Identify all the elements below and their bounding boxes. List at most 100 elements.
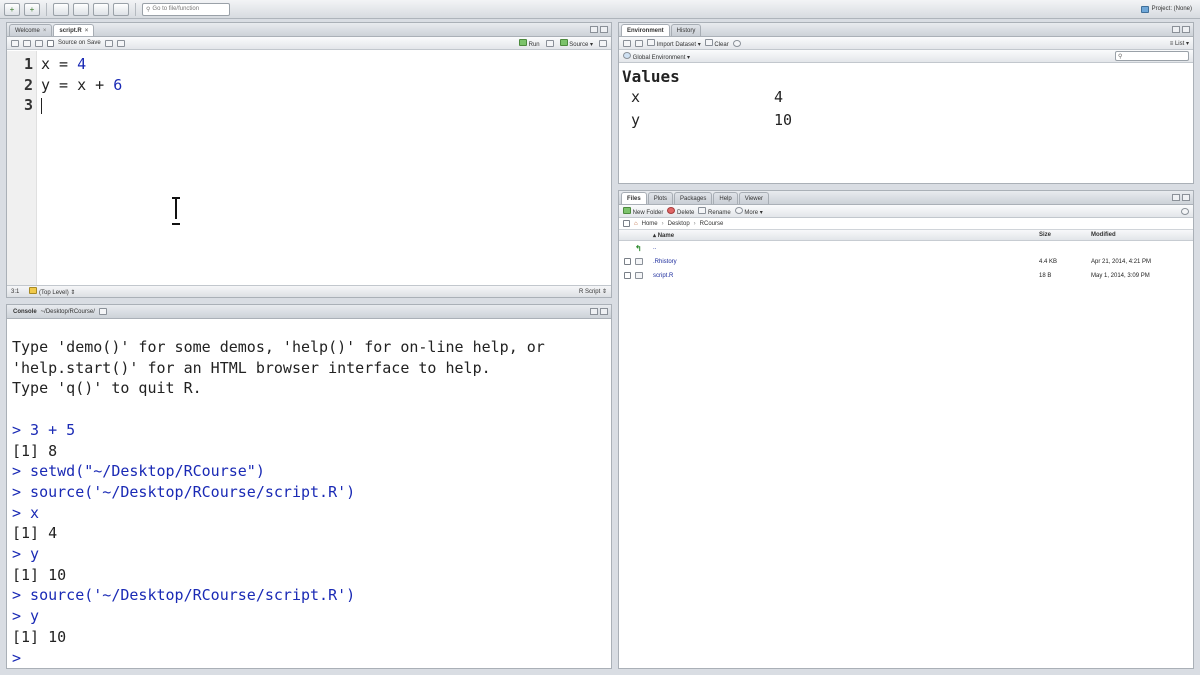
environment-search-input[interactable]: ⚲ <box>1115 51 1189 61</box>
scope-label: (Top Level) <box>39 290 69 296</box>
breadcrumb-desktop[interactable]: Desktop <box>668 221 690 227</box>
save-icon[interactable] <box>35 39 43 47</box>
tab-welcome[interactable]: Welcome × <box>9 24 53 36</box>
maximize-pane-icon[interactable] <box>600 308 608 315</box>
clear-button[interactable]: Clear <box>704 38 729 48</box>
delete-label: Delete <box>677 209 695 216</box>
variable-name: x <box>631 87 641 106</box>
open-file-icon[interactable] <box>53 2 69 16</box>
more-button[interactable]: More ▾ <box>734 206 763 216</box>
back-arrow-icon[interactable] <box>11 39 19 47</box>
save-all-icon[interactable] <box>93 2 109 16</box>
refresh-icon[interactable] <box>1181 207 1189 215</box>
variable-value: 4 <box>774 87 784 106</box>
file-row[interactable]: .Rhistory 4.4 KB Apr 21, 2014, 4:21 PM <box>619 255 1193 269</box>
text-caret <box>41 97 42 114</box>
open-project-icon[interactable]: + <box>24 2 40 16</box>
minimize-pane-icon[interactable] <box>590 26 598 33</box>
tab-files[interactable]: Files <box>621 192 647 204</box>
new-folder-button[interactable]: New Folder <box>623 206 663 216</box>
save-icon[interactable] <box>73 2 89 16</box>
console-header: Console ~/Desktop/RCourse/ <box>7 305 611 319</box>
go-to-directory-icon[interactable] <box>98 308 107 315</box>
minimize-pane-icon[interactable] <box>590 308 598 315</box>
file-name-link[interactable]: script.R <box>643 273 1039 279</box>
column-header-name[interactable]: ▴ Name <box>643 232 1039 239</box>
rename-button[interactable]: Rename <box>698 206 731 216</box>
source-on-save-checkbox[interactable] <box>47 39 54 47</box>
project-menu[interactable]: Project: (None) <box>1140 5 1196 13</box>
tab-packages[interactable]: Packages <box>674 192 713 204</box>
code-area[interactable]: x = 4 y = x + 6 <box>37 51 611 285</box>
close-icon[interactable]: × <box>85 28 89 34</box>
source-button[interactable]: Source ▾ <box>559 38 593 48</box>
save-workspace-icon[interactable] <box>635 39 643 47</box>
environment-tabstrip: Environment History <box>619 23 1193 37</box>
console-command-line: > setwd("~/Desktop/RCourse") <box>12 462 265 481</box>
file-name-link[interactable]: .Rhistory <box>643 259 1039 265</box>
close-icon[interactable]: × <box>43 28 47 34</box>
refresh-icon[interactable] <box>732 39 741 47</box>
home-icon[interactable]: ⌂ <box>634 221 638 227</box>
filetype-selector[interactable]: R Script ⇕ <box>579 288 607 295</box>
view-mode-button[interactable]: ≡ List ▾ <box>1170 40 1189 47</box>
run-button[interactable]: Run <box>518 38 540 48</box>
code-tools-wand-icon[interactable] <box>116 39 125 47</box>
variable-row[interactable]: x 4 <box>619 85 1193 108</box>
tab-history[interactable]: History <box>670 24 702 36</box>
files-toolbar: New Folder Delete Rename More ▾ <box>619 205 1193 218</box>
parent-directory-row[interactable]: ↰ .. <box>619 241 1193 255</box>
maximize-pane-icon[interactable] <box>1182 194 1190 201</box>
pane-window-controls <box>590 308 608 315</box>
parent-directory-link[interactable]: .. <box>643 245 1039 251</box>
pane-window-controls <box>1172 194 1190 201</box>
breadcrumb-separator: › <box>693 220 696 227</box>
console-output[interactable]: Type 'demo()' for some demos, 'help()' f… <box>7 319 611 668</box>
goto-file-placeholder: Go to file/function <box>152 6 200 12</box>
rename-label: Rename <box>708 209 731 216</box>
console-command-line: > <box>12 648 22 667</box>
select-all-checkbox[interactable] <box>623 220 630 227</box>
variable-row[interactable]: y 10 <box>619 108 1193 131</box>
tab-help[interactable]: Help <box>713 192 738 204</box>
tab-environment[interactable]: Environment <box>621 24 670 36</box>
import-dataset-button[interactable]: Import Dataset ▾ <box>647 38 701 48</box>
tab-plots[interactable]: Plots <box>647 192 674 204</box>
minimize-pane-icon[interactable] <box>1172 194 1180 201</box>
file-row[interactable]: script.R 18 B May 1, 2014, 3:09 PM <box>619 269 1193 283</box>
maximize-pane-icon[interactable] <box>600 26 608 33</box>
rerun-icon[interactable] <box>545 39 554 47</box>
column-header-size[interactable]: Size <box>1039 232 1091 238</box>
environment-scope-selector[interactable]: Global Environment ▾ <box>623 51 690 61</box>
console-command-line: > x <box>12 503 40 522</box>
goto-file-input[interactable]: ⚲ Go to file/function <box>142 2 230 16</box>
load-workspace-icon[interactable] <box>623 39 631 47</box>
new-file-icon[interactable]: + <box>4 2 20 16</box>
sort-arrow-icon: ▴ <box>653 232 657 239</box>
import-icon <box>647 38 655 46</box>
files-table: ▴ Name Size Modified ↰ .. .Rhistory 4.4 … <box>619 230 1193 283</box>
print-icon[interactable] <box>113 2 129 16</box>
tab-script-r[interactable]: script.R × <box>53 24 95 36</box>
environment-scope-bar: Global Environment ▾ ⚲ <box>619 50 1193 63</box>
minimize-pane-icon[interactable] <box>1172 26 1180 33</box>
breadcrumb-rcourse[interactable]: RCourse <box>700 221 724 227</box>
maximize-pane-icon[interactable] <box>1182 26 1190 33</box>
divider <box>46 2 47 16</box>
pane-window-controls <box>1172 26 1190 33</box>
code-editor[interactable]: 1 2 3 x = 4 y = x + 6 <box>7 51 611 285</box>
find-icon[interactable] <box>104 39 113 47</box>
breadcrumb: ⌂ Home › Desktop › RCourse <box>619 218 1193 230</box>
show-in-window-icon[interactable] <box>23 39 31 47</box>
outline-icon[interactable] <box>599 39 607 47</box>
delete-button[interactable]: Delete <box>667 206 695 216</box>
breadcrumb-home[interactable]: Home <box>642 221 658 227</box>
console-command-line: > y <box>12 607 40 626</box>
console-output-line: [1] 8 <box>12 441 58 460</box>
scope-selector[interactable]: (Top Level) ⇕ <box>29 287 75 296</box>
tab-viewer[interactable]: Viewer <box>738 192 769 204</box>
console-output-line: Type 'q()' to quit R. <box>12 379 202 398</box>
console-command-line: > y <box>12 545 40 564</box>
column-header-modified[interactable]: Modified <box>1091 232 1193 238</box>
console-path: ~/Desktop/RCourse/ <box>40 308 95 315</box>
